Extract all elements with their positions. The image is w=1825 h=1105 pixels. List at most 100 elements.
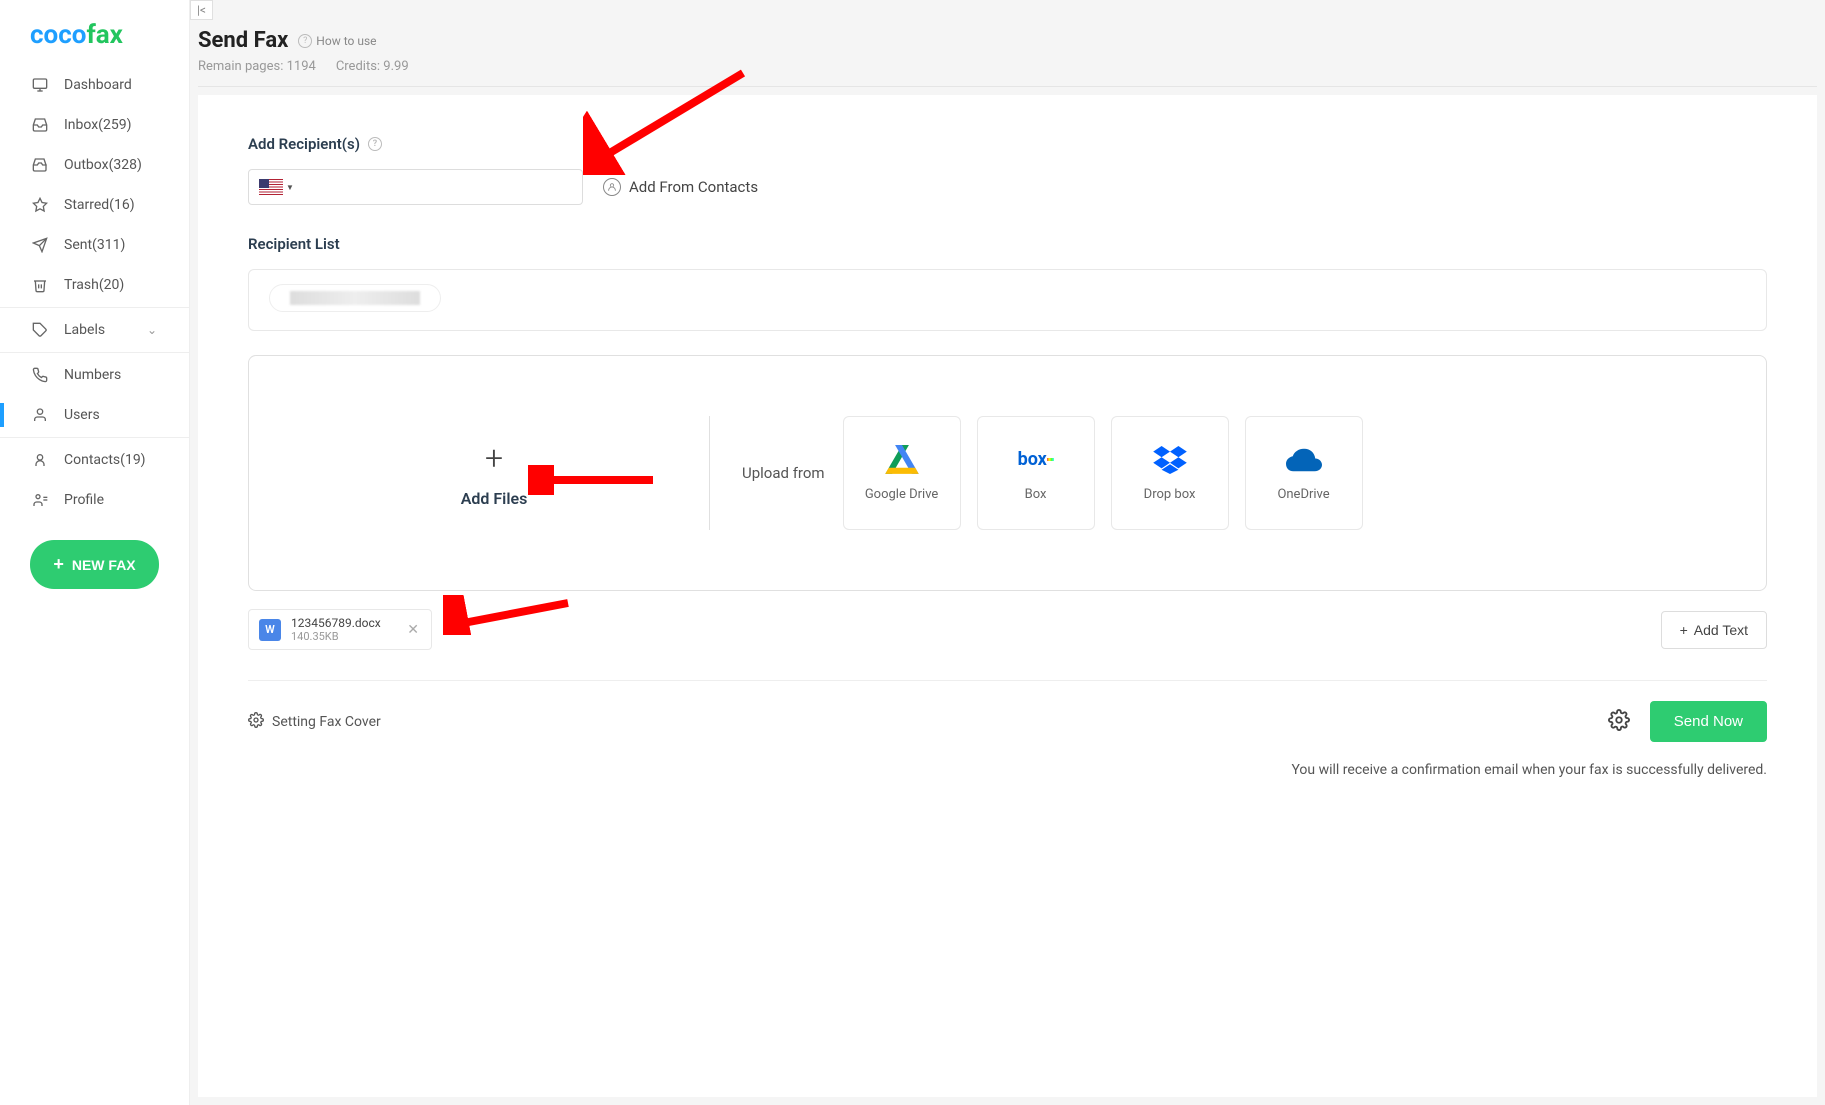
file-chip: W 123456789.docx 140.35KB ✕ (248, 609, 432, 650)
star-icon (32, 197, 48, 213)
inbox-icon (32, 117, 48, 133)
sidebar-item-inbox[interactable]: Inbox(259) (0, 105, 189, 145)
file-size: 140.35KB (291, 630, 395, 643)
nav-divider (0, 352, 189, 353)
new-fax-label: NEW FAX (72, 557, 136, 573)
dropbox-icon (1152, 445, 1188, 475)
add-files-label: Add Files (461, 489, 528, 508)
provider-dropbox[interactable]: Drop box (1111, 416, 1229, 530)
sidebar-item-label: Inbox(259) (64, 117, 131, 133)
add-recipients-label: Add Recipient(s) ? (248, 135, 1767, 153)
user-icon (32, 407, 48, 423)
sidebar-item-label: Users (64, 407, 100, 423)
chevron-down-icon: ▼ (286, 183, 294, 192)
fax-cover-label: Setting Fax Cover (272, 714, 381, 730)
provider-label: Box (1025, 487, 1047, 502)
help-icon[interactable]: ? (368, 137, 382, 151)
file-name: 123456789.docx (291, 616, 395, 630)
add-text-label: Add Text (1694, 622, 1748, 638)
sidebar-item-label: Trash(20) (64, 277, 124, 293)
plus-icon: + (1680, 622, 1688, 638)
tag-icon (32, 322, 48, 338)
logo-part1: coco (30, 20, 86, 50)
gear-icon (1608, 709, 1630, 731)
contact-circle-icon (603, 178, 621, 196)
sidebar-item-starred[interactable]: Starred(16) (0, 185, 189, 225)
recipient-list-label: Recipient List (248, 235, 1767, 253)
google-drive-icon (884, 445, 920, 475)
how-to-use-label: How to use (316, 34, 376, 48)
recipient-chip[interactable] (269, 284, 441, 312)
settings-button[interactable] (1608, 709, 1630, 735)
sidebar-item-label: Numbers (64, 367, 121, 383)
sidebar: cocofax Dashboard Inbox(259) Outbox(328)… (0, 0, 190, 1105)
add-files-button[interactable]: + Add Files (279, 416, 709, 530)
trash-icon (32, 277, 48, 293)
upload-box: + Add Files Upload from Google Drive (248, 355, 1767, 591)
provider-label: Google Drive (865, 487, 938, 502)
provider-label: Drop box (1144, 487, 1196, 502)
box-icon: box (1018, 445, 1054, 475)
recipient-list (248, 269, 1767, 331)
sidebar-item-contacts[interactable]: Contacts(19) (0, 440, 189, 480)
onedrive-icon (1286, 445, 1322, 475)
credits: Credits: 9.99 (336, 59, 409, 74)
remain-pages: Remain pages: 1194 (198, 59, 316, 74)
confirmation-note: You will receive a confirmation email wh… (248, 762, 1767, 778)
add-text-button[interactable]: + Add Text (1661, 611, 1767, 649)
sidebar-item-dashboard[interactable]: Dashboard (0, 65, 189, 105)
sidebar-item-label: Outbox(328) (64, 157, 142, 173)
profile-icon (32, 492, 48, 508)
how-to-use-link[interactable]: ? How to use (298, 34, 376, 48)
sidebar-item-label: Starred(16) (64, 197, 135, 213)
nav-secondary: Numbers Users (0, 355, 189, 435)
sidebar-item-trash[interactable]: Trash(20) (0, 265, 189, 305)
recipient-input[interactable] (302, 179, 572, 195)
send-now-button[interactable]: Send Now (1650, 701, 1767, 742)
logo[interactable]: cocofax (0, 0, 189, 65)
sidebar-item-outbox[interactable]: Outbox(328) (0, 145, 189, 185)
sidebar-item-label: Sent(311) (64, 237, 125, 253)
sidebar-item-label: Labels (64, 322, 105, 338)
recipient-chip-content (290, 291, 420, 305)
file-remove-button[interactable]: ✕ (405, 620, 421, 640)
contacts-icon (32, 452, 48, 468)
provider-label: OneDrive (1277, 487, 1329, 502)
add-from-contacts-button[interactable]: Add From Contacts (603, 178, 758, 196)
main: |< Send Fax ? How to use Remain pages: 1… (190, 0, 1825, 1105)
nav-tertiary: Contacts(19) Profile (0, 440, 189, 520)
monitor-icon (32, 77, 48, 93)
sidebar-item-label: Dashboard (64, 77, 132, 93)
recipient-input-wrap[interactable]: ▼ (248, 169, 583, 205)
provider-box[interactable]: box Box (977, 416, 1095, 530)
content: Add Recipient(s) ? ▼ Add From Contacts (198, 95, 1817, 1097)
new-fax-button[interactable]: + NEW FAX (30, 540, 159, 589)
plus-icon: + (485, 439, 503, 477)
setting-fax-cover-button[interactable]: Setting Fax Cover (248, 712, 381, 732)
page-header: Send Fax ? How to use Remain pages: 1194… (198, 0, 1817, 87)
nav-primary: Dashboard Inbox(259) Outbox(328) Starred… (0, 65, 189, 305)
send-icon (32, 237, 48, 253)
sidebar-item-labels[interactable]: Labels ⌄ (0, 310, 189, 350)
country-flag-selector[interactable]: ▼ (259, 179, 294, 195)
gear-icon (248, 712, 264, 732)
plus-icon: + (53, 554, 64, 575)
chevron-down-icon: ⌄ (147, 323, 157, 337)
sidebar-item-profile[interactable]: Profile (0, 480, 189, 520)
provider-google-drive[interactable]: Google Drive (843, 416, 961, 530)
flag-us-icon (259, 179, 283, 195)
sidebar-item-label: Profile (64, 492, 104, 508)
sidebar-item-users[interactable]: Users (0, 395, 189, 435)
sidebar-item-numbers[interactable]: Numbers (0, 355, 189, 395)
provider-onedrive[interactable]: OneDrive (1245, 416, 1363, 530)
sidebar-collapse-button[interactable]: |< (190, 0, 213, 20)
sidebar-item-label: Contacts(19) (64, 452, 146, 468)
upload-from-label: Upload from (742, 464, 825, 482)
help-icon: ? (298, 34, 312, 48)
add-from-contacts-label: Add From Contacts (629, 178, 758, 196)
outbox-icon (32, 157, 48, 173)
nav-divider (0, 437, 189, 438)
logo-part2: fax (86, 20, 122, 50)
sidebar-item-sent[interactable]: Sent(311) (0, 225, 189, 265)
nav-divider (0, 307, 189, 308)
